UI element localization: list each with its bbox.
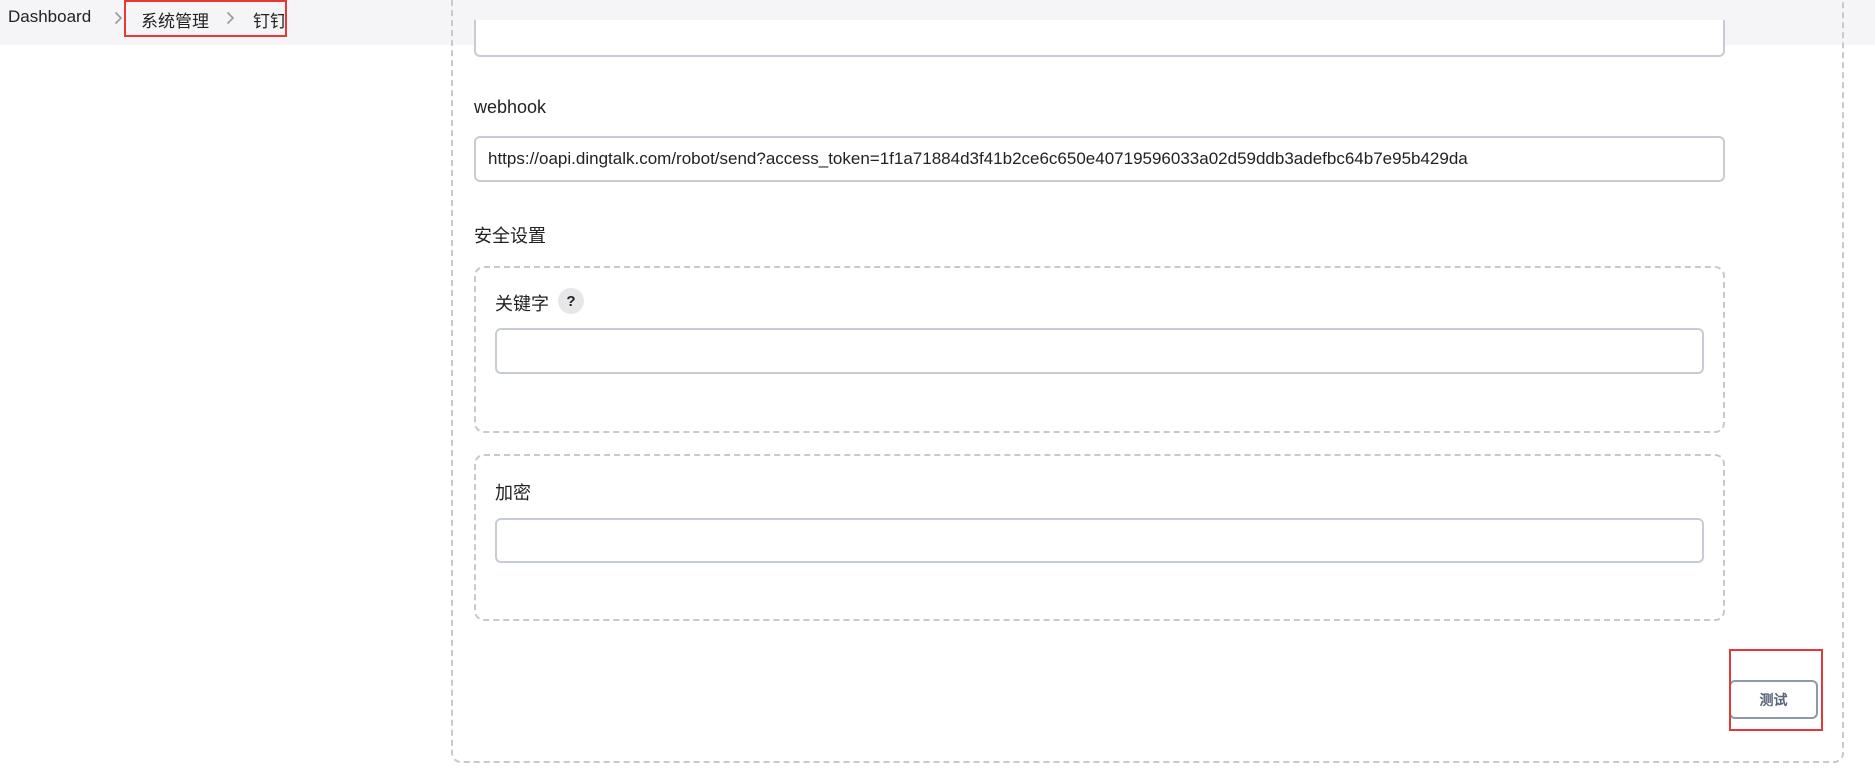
- keyword-input[interactable]: [495, 328, 1704, 374]
- chevron-right-icon: [114, 11, 123, 25]
- test-button[interactable]: 测试: [1729, 680, 1818, 719]
- breadcrumb-item-system-management[interactable]: 系统管理: [141, 7, 209, 32]
- encrypt-input[interactable]: [495, 518, 1704, 563]
- help-icon[interactable]: ?: [558, 288, 584, 314]
- chevron-right-icon: [226, 11, 235, 25]
- previous-field-input[interactable]: [474, 20, 1725, 57]
- encrypt-label: 加密: [495, 483, 531, 503]
- webhook-input[interactable]: https://oapi.dingtalk.com/robot/send?acc…: [474, 136, 1725, 182]
- breadcrumb-item-dingtalk[interactable]: 钉钉: [253, 7, 284, 32]
- security-settings-title: 安全设置: [474, 226, 546, 246]
- webhook-value: https://oapi.dingtalk.com/robot/send?acc…: [488, 149, 1468, 168]
- keyword-label: 关键字: [495, 294, 549, 314]
- webhook-label: webhook: [474, 97, 547, 117]
- breadcrumb-item-dashboard[interactable]: Dashboard: [8, 7, 91, 27]
